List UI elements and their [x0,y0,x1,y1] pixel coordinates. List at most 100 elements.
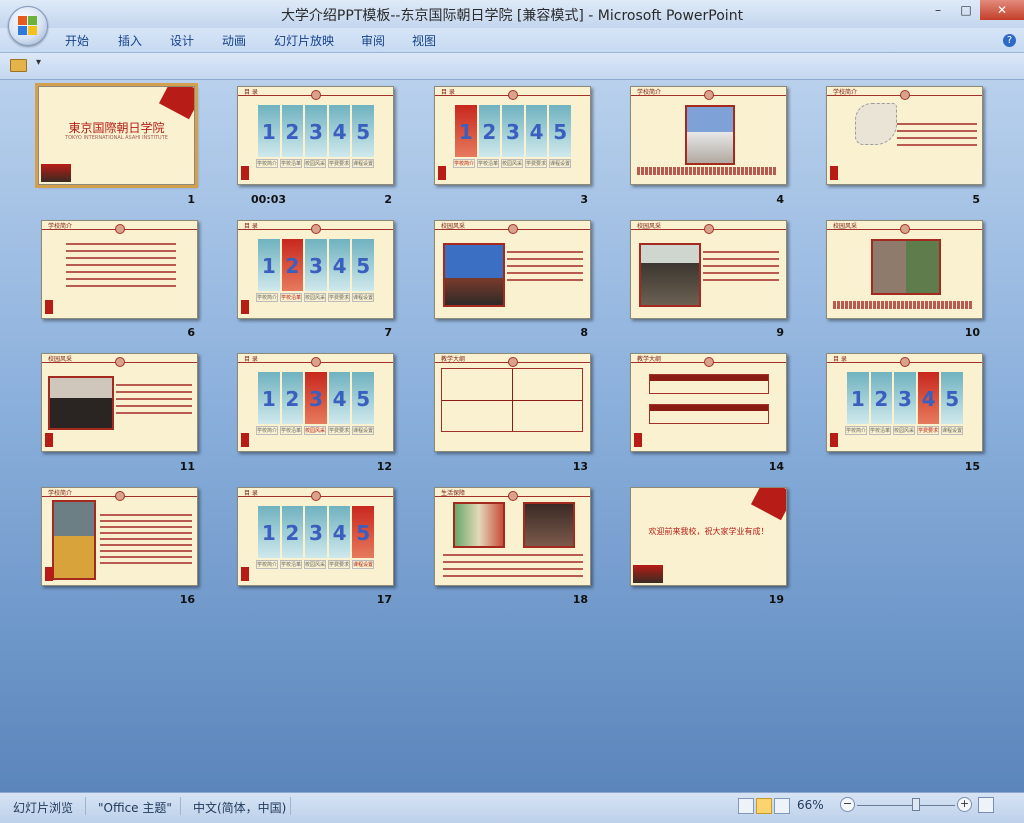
open-folder-icon[interactable] [10,59,27,72]
tab-insert[interactable]: 插入 [118,32,142,49]
slide-header: 教学大纲 [631,354,786,367]
office-button[interactable] [8,6,48,46]
maximize-button[interactable]: □ [952,0,980,20]
slide-header: 生活保障 [435,488,590,501]
toc-label: 学校简介 [256,159,278,168]
toc-label: 校园风采 [304,159,326,168]
decor-seal [830,166,838,180]
decor-seal [45,567,53,581]
toc-labels: 学校简介 学校沿革 校园风采 学费要求 课程设置 [453,159,573,168]
slide-header-title: 学校简介 [637,89,662,96]
slide-thumbnail[interactable]: 欢迎前来我校，祝大家学业有成！ [630,487,787,586]
slide-number: 10 [964,326,980,339]
decor-seal [438,166,446,180]
zoom-slider-track[interactable] [857,805,955,806]
slide-header-title: 校园风采 [833,223,858,230]
toc-label: 课程设置 [352,293,374,302]
toc-tile: 5 [549,105,571,157]
zoom-in-button[interactable]: + [957,797,972,812]
toc-tile: 4 [328,372,351,424]
slide-header-title: 目 录 [244,223,258,230]
toc-tile: 2 [281,239,304,291]
slide-thumbnail[interactable]: 生活保障 [434,487,591,586]
body-text [507,251,583,281]
slide-header-title: 校园风采 [48,356,73,363]
toc-label: 学费要求 [525,159,547,168]
building-photo [685,105,735,165]
slide-thumbnail[interactable]: 教学大纲 [434,353,591,452]
slide-thumbnail[interactable]: 目 录 1 2 3 4 5 学校简介 学校沿革 校园风采 学费要求 课程设置 [434,86,591,185]
toc-label: 学校沿革 [280,426,302,435]
slideshow-view-icon[interactable] [774,798,790,814]
language-indicator[interactable]: 中文(简体，中国) [193,799,286,816]
tab-view[interactable]: 视图 [412,32,436,49]
slide-thumbnail[interactable]: 目 录 1 2 3 4 5 学校简介 学校沿革 校园风采 学费要求 课程设置 [237,487,394,586]
slide-number: 3 [580,193,588,206]
theme-name[interactable]: "Office 主题" [98,799,172,816]
close-button[interactable]: ✕ [980,0,1024,20]
toc-label: 校园风采 [304,426,326,435]
tab-animations[interactable]: 动画 [222,32,246,49]
help-icon[interactable]: ? [1003,34,1016,47]
slide-number: 2 [384,193,392,206]
slide-thumbnail[interactable]: 校园风采 [41,353,198,452]
slide-number: 15 [964,460,980,473]
body-text [703,251,779,281]
slide-thumbnail[interactable]: 目 录 1 2 3 4 5 学校简介 学校沿革 校园风采 学费要求 课程设置 [237,86,394,185]
slide-number: 12 [376,460,392,473]
toc-tile: 5 [352,372,374,424]
toc-tile: 1 [258,372,280,424]
toc-tile: 4 [525,105,548,157]
fit-to-window-icon[interactable] [978,797,994,813]
decor-seal [45,433,53,447]
toc-label: 学校沿革 [280,560,302,569]
quick-access-toolbar: ▾ [0,53,1024,80]
slide-header-title: 目 录 [833,356,847,363]
closing-text: 欢迎前来我校，祝大家学业有成！ [648,527,769,536]
work-photo [523,502,575,548]
tab-review[interactable]: 审阅 [361,32,385,49]
slide-sorter[interactable]: 東京国際朝日学院 TOKYO INTERNATIONAL ASAHI INSTI… [0,80,1024,792]
toc-label: 学费要求 [328,426,350,435]
slide-thumbnail[interactable]: 東京国際朝日学院 TOKYO INTERNATIONAL ASAHI INSTI… [35,83,198,188]
normal-view-icon[interactable] [738,798,754,814]
slide-header-title: 教学大纲 [441,356,466,363]
slide-number: 19 [768,593,784,606]
slide-header: 学校简介 [42,488,197,501]
tuition-table [649,374,769,394]
minimize-button[interactable]: – [924,0,952,20]
decor-torii [750,488,786,521]
tab-slideshow[interactable]: 幻灯片放映 [274,32,334,49]
slide-header: 校园风采 [435,221,590,234]
toc-labels: 学校简介 学校沿革 校园风采 学费要求 课程设置 [256,159,376,168]
body-text [833,301,973,309]
tab-home[interactable]: 开始 [65,32,89,49]
slide-thumbnail[interactable]: 学校简介 [41,487,198,586]
toc-label: 学校简介 [256,426,278,435]
toc-label: 学费要求 [328,560,350,569]
toc-tile: 3 [305,105,327,157]
tab-design[interactable]: 设计 [170,32,194,49]
zoom-level[interactable]: 66% [797,798,824,812]
slide-thumbnail[interactable]: 学校简介 [41,220,198,319]
course-outline-box [441,368,583,432]
zoom-out-button[interactable]: − [840,797,855,812]
slide-sorter-view-icon[interactable] [756,798,772,814]
qat-dropdown-icon[interactable]: ▾ [36,57,41,68]
slide-thumbnail[interactable]: 目 录 1 2 3 4 5 学校简介 学校沿革 校园风采 学费要求 课程设置 [826,353,983,452]
slide-thumbnail[interactable]: 校园风采 [630,220,787,319]
decor-seal [241,567,249,581]
toc-label: 校园风采 [501,159,523,168]
slide-header: 学校简介 [631,87,786,100]
slide-thumbnail[interactable]: 目 录 1 2 3 4 5 学校简介 学校沿革 校园风采 学费要求 课程设置 [237,353,394,452]
toc-tiles: 1 2 3 4 5 [847,372,965,424]
zoom-slider-thumb[interactable] [912,798,920,811]
slide-thumbnail[interactable]: 学校简介 [630,86,787,185]
slide-header-title: 学校简介 [833,89,858,96]
slide-thumbnail[interactable]: 教学大纲 [630,353,787,452]
slide-thumbnail[interactable]: 学校简介 [826,86,983,185]
slide-thumbnail[interactable]: 校园风采 [434,220,591,319]
slide-thumbnail[interactable]: 校园风采 [826,220,983,319]
slide-thumbnail[interactable]: 目 录 1 2 3 4 5 学校简介 学校沿革 校园风采 学费要求 课程设置 [237,220,394,319]
toc-label: 学校简介 [845,426,867,435]
